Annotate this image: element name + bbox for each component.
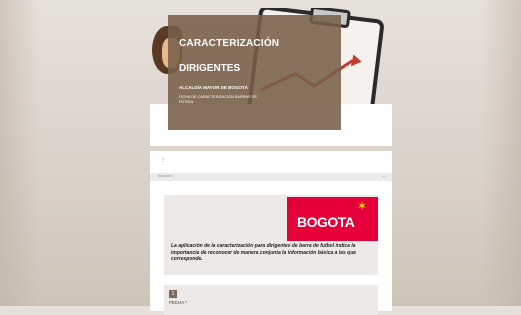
section-header[interactable]: Sección 1 ⌄ (150, 173, 392, 181)
star-icon: ✶ (357, 199, 368, 213)
date-question[interactable]: 1 FECHA * (164, 285, 378, 315)
organization-name: ALCALDÍA MAYOR DE BOGOTÁ (179, 85, 248, 90)
form-subtitle: FICHA DE CARACTERIZACIÓN BARRAS DE FÚTBO… (179, 95, 257, 104)
background-shade-right (481, 0, 521, 306)
section-label: Sección 1 (158, 174, 174, 178)
section-toolbar: ⁝ (150, 151, 392, 173)
logo-text: BOGOTA (297, 214, 355, 230)
bogota-logo: BOGOTA ✶ (287, 197, 378, 241)
chevron-down-icon[interactable]: ⌄ (382, 173, 386, 179)
title-line-1: CARACTERIZACIÓN (179, 38, 280, 49)
section-description-box: BOGOTA ✶ La aplicación de la caracteriza… (164, 195, 378, 275)
intro-text: La aplicación de la caracterización para… (171, 243, 357, 262)
title-line-2: DIRIGENTES (179, 63, 241, 74)
question-number: 1 (169, 290, 177, 298)
section-card: ⁝ Sección 1 ⌄ BOGOTA ✶ La aplicación de … (150, 151, 392, 315)
drag-handle-icon[interactable]: ⁝ (162, 156, 164, 164)
header-panel: CARACTERIZACIÓN DIRIGENTES ALCALDÍA MAYO… (168, 15, 341, 130)
date-field-label: FECHA * (169, 300, 188, 305)
background-shade-left (0, 0, 40, 306)
